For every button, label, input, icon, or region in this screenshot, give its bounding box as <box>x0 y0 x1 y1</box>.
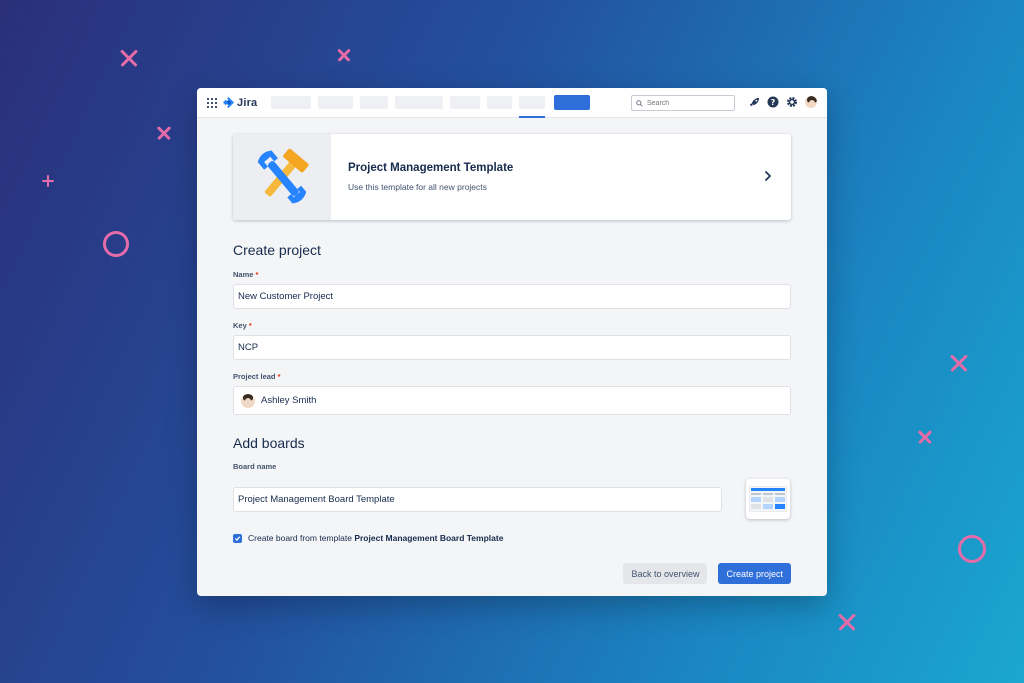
nav-item[interactable] <box>450 96 481 109</box>
board-row: Project Management Board Template <box>233 479 791 519</box>
board-name-label: Board name <box>233 462 277 471</box>
name-field[interactable]: New Customer Project <box>233 284 791 309</box>
name-label: Name * <box>233 270 259 279</box>
jira-window: Jira ? <box>197 88 827 596</box>
top-icons: ? <box>748 96 817 108</box>
template-subtitle: Use this template for all new projects <box>348 182 487 192</box>
add-boards-heading: Add boards <box>233 435 305 451</box>
key-field[interactable]: NCP <box>233 335 791 360</box>
create-board-checkbox[interactable] <box>233 533 242 543</box>
decoration-plus <box>42 175 54 187</box>
chevron-right-icon[interactable] <box>763 170 773 182</box>
template-info: Project Management Template Use this tem… <box>348 162 513 192</box>
checkbox-text: Create board from template <box>248 533 352 543</box>
create-project-heading: Create project <box>233 242 321 258</box>
grid-icon[interactable] <box>207 97 217 108</box>
create-board-option: Create board from template Project Manag… <box>233 533 791 543</box>
avatar[interactable] <box>805 96 817 108</box>
check-icon <box>234 535 241 541</box>
main-content: Project Management Template Use this tem… <box>233 134 791 584</box>
decoration-cross <box>916 428 933 445</box>
project-lead-label: Project lead * <box>233 372 281 381</box>
name-value: New Customer Project <box>238 291 334 302</box>
checkbox-template-name: Project Management Board Template <box>354 533 504 543</box>
board-name-value: Project Management Board Template <box>238 493 395 505</box>
nav-item[interactable] <box>360 96 389 109</box>
rocket-icon[interactable] <box>748 96 760 108</box>
nav-item-active[interactable] <box>519 96 546 118</box>
nav-item[interactable] <box>318 96 354 109</box>
template-card[interactable]: Project Management Template Use this tem… <box>233 134 791 220</box>
lead-value: Ashley Smith <box>261 395 317 406</box>
board-preview-icon <box>749 486 787 512</box>
create-project-button[interactable]: Create project <box>718 563 791 584</box>
app-name: Jira <box>237 96 258 109</box>
board-name-field[interactable]: Project Management Board Template <box>233 486 722 512</box>
decoration-cross <box>118 47 140 69</box>
nav-item[interactable] <box>271 96 312 109</box>
jira-logo[interactable]: Jira <box>223 97 257 109</box>
gear-icon[interactable] <box>786 96 798 108</box>
key-value: NCP <box>238 342 259 353</box>
back-to-overview-button[interactable]: Back to overview <box>623 563 708 584</box>
search-box[interactable] <box>631 95 735 111</box>
tools-icon <box>257 148 309 204</box>
nav-item[interactable] <box>487 96 513 109</box>
template-title: Project Management Template <box>348 162 514 174</box>
template-art <box>233 134 331 220</box>
jira-logo-icon <box>223 97 234 108</box>
create-button[interactable] <box>554 95 591 110</box>
search-icon <box>636 99 643 107</box>
decoration-circle <box>958 535 986 563</box>
nav-item[interactable] <box>395 96 444 109</box>
decoration-cross <box>948 352 970 374</box>
decoration-cross <box>836 611 858 633</box>
project-lead-field[interactable]: Ashley Smith <box>233 386 791 415</box>
decoration-cross <box>155 124 172 141</box>
lead-avatar <box>241 393 255 408</box>
form-actions: Back to overview Create project <box>233 563 791 584</box>
search-input[interactable] <box>647 99 727 107</box>
key-label: Key * <box>233 321 252 330</box>
svg-text:?: ? <box>771 98 776 107</box>
decoration-circle <box>103 231 129 257</box>
top-navigation: Jira ? <box>197 88 827 118</box>
board-template-thumbnail[interactable] <box>746 479 790 519</box>
decoration-cross <box>336 47 352 63</box>
help-icon[interactable]: ? <box>767 96 779 108</box>
